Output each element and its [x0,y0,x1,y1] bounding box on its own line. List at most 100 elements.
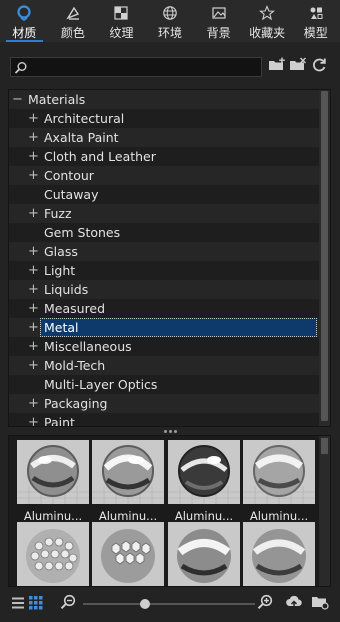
tree-item-label: Packaging [44,396,108,411]
library-tab-bar: 材质 颜色 纹理 环境 背景 收藏夹 模型 [0,0,340,42]
tree-item[interactable]: + Packaging [9,394,319,413]
material-thumbnail[interactable] [243,522,315,586]
expand-toggle[interactable]: + [28,299,39,318]
expand-toggle[interactable]: + [28,413,39,426]
expand-toggle[interactable]: + [28,109,39,128]
cloud-upload-button[interactable] [285,595,303,613]
thumbnail-scrollbar[interactable] [319,436,330,586]
tab-colors[interactable]: 颜色 [49,0,98,42]
tab-models[interactable]: 模型 [291,0,340,42]
tree-item[interactable]: + Contour [9,166,319,185]
tree-item[interactable]: + Mold-Tech [9,356,319,375]
material-thumbnail[interactable] [168,522,240,586]
expand-toggle[interactable]: + [28,166,39,185]
material-preview-image [168,522,240,586]
thumbnail-size-slider[interactable] [83,599,255,609]
grid-view-button[interactable] [27,595,45,613]
expand-toggle[interactable]: + [28,337,39,356]
model-icon [307,4,325,22]
thumbnail-caption: Aluminu... [23,509,83,523]
color-icon [64,4,82,22]
expand-toggle[interactable]: + [28,280,39,299]
tree-scrollbar[interactable] [319,90,330,426]
tree-item[interactable]: + Glass [9,242,319,261]
search-box[interactable] [10,57,262,77]
material-thumbnail[interactable] [92,522,164,586]
tab-label: 材质 [12,26,37,40]
environment-icon [161,4,179,22]
texture-icon [112,4,130,22]
material-tree: − Materials + Architectural + Axalta Pai… [8,89,331,427]
tree-item[interactable]: Gem Stones [9,223,319,242]
tree-item[interactable]: + Paint [9,413,319,426]
expand-toggle[interactable]: + [28,242,39,261]
tab-label: 背景 [206,26,231,40]
tab-backgrounds[interactable]: 背景 [194,0,243,42]
tab-textures[interactable]: 纹理 [97,0,146,42]
tree-item-label: Metal [44,320,79,335]
material-thumbnail-grid: Aluminu... Aluminu... Aluminu... Aluminu… [8,435,331,587]
zoom-out-button[interactable] [59,594,77,614]
material-thumbnail[interactable]: Aluminu... [243,440,315,523]
tree-item[interactable]: + Cloth and Leather [9,147,319,166]
material-preview-image [92,522,164,586]
tree-item-label: Architectural [44,111,125,126]
tab-label: 颜色 [60,26,85,40]
tab-label: 环境 [158,26,183,40]
tab-materials[interactable]: 材质 [0,0,49,42]
collapse-toggle[interactable]: − [12,90,23,109]
panel-splitter[interactable] [0,427,340,435]
add-folder-icon [268,57,286,77]
tree-root-materials[interactable]: − Materials [9,90,319,109]
tree-item-metal[interactable]: + Metal [9,318,319,337]
tree-item[interactable]: + Measured [9,299,319,318]
expand-toggle[interactable]: + [28,261,39,280]
bottom-toolbar [0,590,340,618]
tree-item-label: Mold-Tech [44,358,106,373]
expand-toggle[interactable]: + [28,318,39,337]
thumbnail-caption: Aluminu... [249,509,309,523]
tree-item[interactable]: + Fuzz [9,204,319,223]
tree-item-label: Miscellaneous [44,339,132,354]
material-thumbnail[interactable]: Aluminu... [92,440,164,523]
thumbnail-caption: Aluminu... [174,509,234,523]
remove-folder-icon [289,57,307,77]
search-input[interactable] [31,59,257,75]
material-thumbnail[interactable]: Aluminu... [17,440,89,523]
tab-favorites[interactable]: 收藏夹 [243,0,292,42]
expand-toggle[interactable]: + [28,128,39,147]
refresh-button[interactable] [310,58,328,76]
folder-settings-button[interactable] [311,595,329,613]
expand-toggle[interactable]: + [28,356,39,375]
tree-item[interactable]: Cutaway [9,185,319,204]
expand-toggle[interactable]: + [28,147,39,166]
selected-highlight: Metal [40,318,317,337]
remove-folder-button[interactable] [289,57,307,77]
search-toolbar [0,50,340,84]
thumbnail-caption: Aluminu... [98,509,158,523]
list-view-icon [11,595,25,614]
tree-scrollbar-thumb[interactable] [321,91,328,421]
material-thumbnail[interactable]: Aluminu... [168,440,240,523]
material-preview-image [168,440,240,504]
tab-label: 纹理 [109,26,134,40]
material-thumbnail[interactable] [17,522,89,586]
slider-knob[interactable] [140,599,150,609]
tree-item[interactable]: + Miscellaneous [9,337,319,356]
expand-toggle[interactable]: + [28,394,39,413]
tree-item[interactable]: + Axalta Paint [9,128,319,147]
add-folder-button[interactable] [268,57,286,77]
tree-item[interactable]: + Light [9,261,319,280]
tree-item-label: Contour [44,168,94,183]
zoom-out-icon [60,594,76,614]
tab-environments[interactable]: 环境 [146,0,195,42]
tree-item[interactable]: Multi-Layer Optics [9,375,319,394]
splitter-grip-dot [163,429,167,433]
material-preview-image [17,440,89,504]
zoom-in-button[interactable] [256,594,274,613]
expand-toggle[interactable]: + [28,204,39,223]
thumbnail-scrollbar-thumb[interactable] [321,438,328,454]
tree-item[interactable]: + Architectural [9,109,319,128]
tree-item[interactable]: + Liquids [9,280,319,299]
list-view-button[interactable] [9,595,27,613]
